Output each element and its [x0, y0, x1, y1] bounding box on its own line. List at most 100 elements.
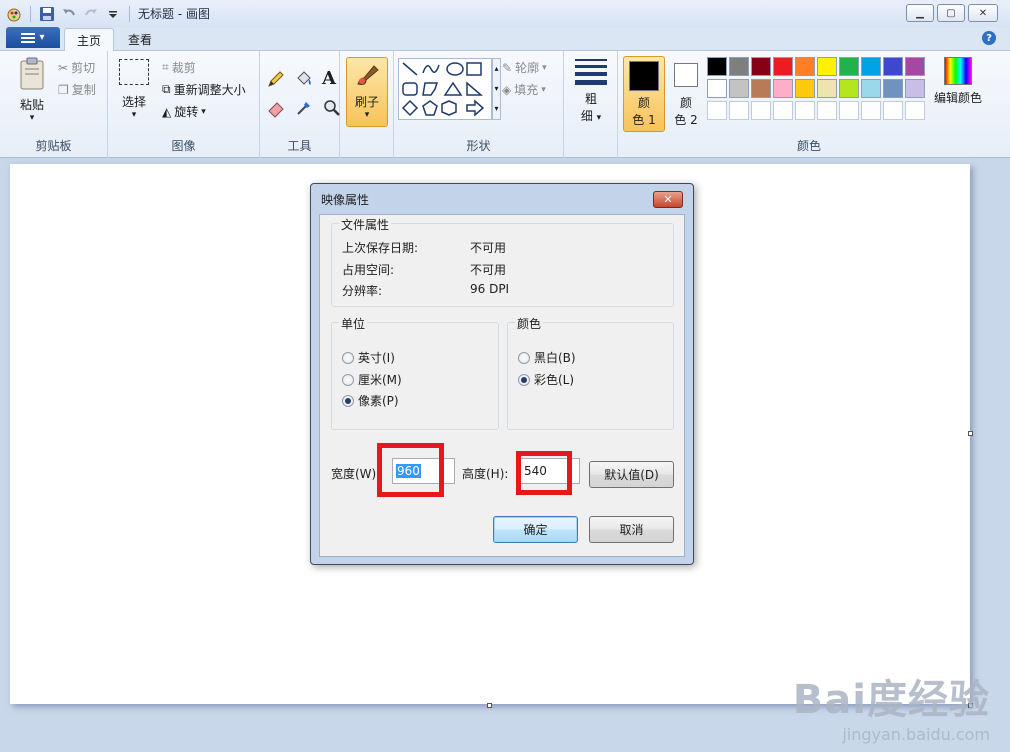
tools-grid: A — [266, 69, 344, 121]
fill-button[interactable]: ◈ 填充 ▾ — [502, 81, 546, 98]
radio-circle-selected — [518, 373, 530, 386]
copy-label: 复制 — [71, 83, 96, 97]
custom-color-swatch[interactable] — [839, 101, 859, 120]
color-swatch[interactable] — [751, 79, 771, 98]
image-properties-dialog: 映像属性 ✕ 文件属性 上次保存日期: 不可用 占用空间: 不可用 分辨率: 9… — [310, 183, 694, 565]
fill-bucket-icon[interactable] — [294, 69, 316, 92]
units-legend: 单位 — [339, 315, 368, 332]
color2-button[interactable]: 颜 色 2 — [668, 56, 704, 132]
highlight-box-width — [377, 443, 444, 497]
color-swatch[interactable] — [729, 79, 749, 98]
cancel-button[interactable]: 取消 — [589, 516, 674, 543]
units-group: 单位 英寸(I) 厘米(M) 像素(P) — [331, 315, 499, 430]
chevron-down-icon: ▾ — [596, 113, 602, 123]
color-swatch[interactable] — [883, 57, 903, 76]
color-palette — [707, 57, 927, 123]
dialog-close-button[interactable]: ✕ — [653, 191, 683, 208]
custom-color-swatch[interactable] — [707, 101, 727, 120]
color-swatch[interactable] — [905, 57, 925, 76]
custom-color-swatch[interactable] — [751, 101, 771, 120]
paint-app-icon[interactable] — [6, 6, 22, 22]
color-radio[interactable]: 彩色(L) — [518, 371, 574, 388]
resize-handle-right[interactable] — [968, 431, 973, 436]
copy-icon: ❐ — [58, 82, 69, 97]
color-picker-icon[interactable] — [294, 98, 316, 121]
color-swatch[interactable] — [861, 79, 881, 98]
brushes-button[interactable]: 刷子 ▾ — [346, 57, 388, 127]
tab-home[interactable]: 主页 — [64, 28, 115, 52]
defaults-button[interactable]: 默认值(D) — [589, 461, 674, 488]
custom-color-swatch[interactable] — [795, 101, 815, 120]
custom-color-swatch[interactable] — [883, 101, 903, 120]
dialog-title: 映像属性 — [321, 192, 370, 207]
resize-handle-bottom[interactable] — [487, 703, 492, 708]
custom-color-swatch[interactable] — [861, 101, 881, 120]
paste-button[interactable]: 粘贴 ▾ — [12, 57, 52, 123]
help-icon[interactable]: ? — [982, 31, 996, 45]
maximize-button[interactable]: ▢ — [937, 4, 965, 22]
select-button[interactable]: 选择 ▾ — [118, 59, 150, 120]
black-white-label: 黑白(B) — [534, 351, 576, 365]
unit-pixels-radio[interactable]: 像素(P) — [342, 392, 399, 409]
color-swatch[interactable] — [729, 57, 749, 76]
custom-color-swatch[interactable] — [773, 101, 793, 120]
color-swatch[interactable] — [751, 57, 771, 76]
width-label: 宽度(W): — [331, 467, 381, 481]
pencil-icon[interactable] — [266, 69, 288, 92]
paint-menu-button[interactable]: ▾ — [6, 27, 60, 48]
color1-button[interactable]: 颜 色 1 — [623, 56, 665, 132]
outline-icon: ✎ — [502, 60, 513, 75]
color-swatch[interactable] — [817, 57, 837, 76]
color-swatch[interactable] — [839, 57, 859, 76]
color-swatch[interactable] — [707, 79, 727, 98]
unit-inches-radio[interactable]: 英寸(I) — [342, 349, 395, 366]
minimize-button[interactable]: ▁ — [906, 4, 934, 22]
unit-cm-label: 厘米(M) — [358, 373, 402, 387]
last-saved-label: 上次保存日期: — [342, 241, 419, 255]
eraser-icon[interactable] — [266, 98, 288, 121]
radio-circle-selected — [342, 394, 354, 407]
tab-view[interactable]: 查看 — [116, 28, 164, 51]
color-swatch[interactable] — [905, 79, 925, 98]
unit-cm-radio[interactable]: 厘米(M) — [342, 371, 402, 388]
custom-color-swatch[interactable] — [905, 101, 925, 120]
color-swatch[interactable] — [883, 79, 903, 98]
close-button[interactable]: ✕ — [968, 4, 998, 22]
outline-label: 轮廓 — [515, 61, 540, 75]
chevron-down-icon: ▾ — [201, 106, 206, 117]
chevron-down-icon: ▾ — [542, 62, 547, 73]
redo-icon[interactable] — [83, 6, 99, 22]
color-swatch[interactable] — [707, 57, 727, 76]
size-button[interactable]: 粗 细 ▾ — [568, 57, 614, 124]
color-swatch[interactable] — [817, 79, 837, 98]
custom-color-swatch[interactable] — [817, 101, 837, 120]
colors-group-label: 颜色 — [796, 139, 821, 153]
color-swatch[interactable] — [773, 57, 793, 76]
rotate-button[interactable]: ◭ 旋转 ▾ — [162, 103, 206, 120]
shapes-scroll[interactable]: ▴ ▾ ▾ — [492, 58, 501, 120]
customize-qat-icon[interactable] — [105, 6, 121, 22]
chevron-down-icon: ▾ — [364, 110, 370, 120]
color-swatch[interactable] — [773, 79, 793, 98]
chevron-down-icon: ▾ — [131, 110, 137, 120]
copy-button[interactable]: ❐ 复制 — [58, 81, 96, 98]
undo-icon[interactable] — [61, 6, 77, 22]
resize-label: 重新调整大小 — [173, 83, 246, 97]
maximize-icon: ▢ — [946, 7, 956, 19]
quick-access-toolbar — [6, 5, 132, 22]
black-white-radio[interactable]: 黑白(B) — [518, 349, 576, 366]
save-icon[interactable] — [39, 6, 55, 22]
outline-button[interactable]: ✎ 轮廓 ▾ — [502, 59, 547, 76]
edit-colors-button[interactable]: 编辑颜色 — [928, 57, 988, 106]
color-swatch[interactable] — [861, 57, 881, 76]
color-swatch[interactable] — [795, 79, 815, 98]
ok-button[interactable]: 确定 — [493, 516, 578, 543]
resize-icon: ⧉ — [162, 82, 171, 96]
color-swatch[interactable] — [839, 79, 859, 98]
cut-button[interactable]: ✂ 剪切 — [58, 59, 95, 76]
custom-color-swatch[interactable] — [729, 101, 749, 120]
shapes-gallery[interactable] — [398, 58, 492, 120]
crop-button[interactable]: ⌗ 裁剪 — [162, 59, 196, 76]
color-swatch[interactable] — [795, 57, 815, 76]
resize-button[interactable]: ⧉ 重新调整大小 — [162, 81, 246, 98]
